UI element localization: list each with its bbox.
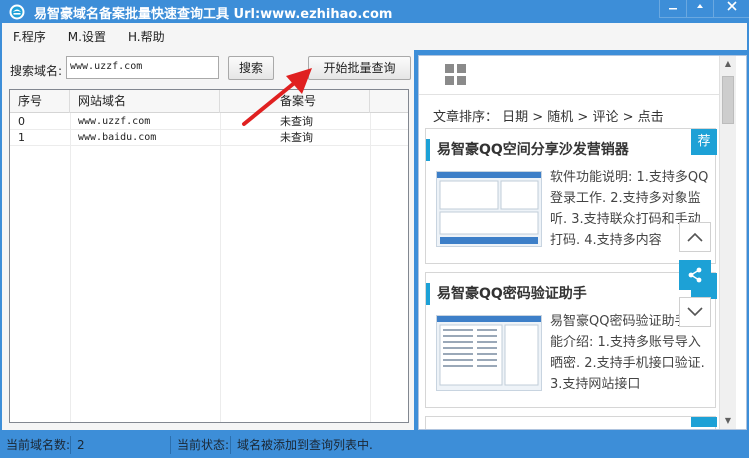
search-label: 搜索域名: [10,64,63,78]
domain-count-value: 2 [77,438,85,452]
chevron-up-icon [687,232,703,242]
maximize-icon [697,4,703,8]
table-row[interactable]: 1 www.baidu.com 未查询 [10,130,408,146]
status-bar: 当前域名数: 2 当前状态: 域名被添加到查询列表中. [0,432,749,458]
row-index: 0 [18,115,25,128]
app-window: 易智豪域名备案批量快速查询工具 Url:www.ezhihao.com F.程序… [0,0,749,458]
article-title[interactable]: 易智豪QQ密码验证助手 [426,283,587,305]
row-record: 未查询 [280,131,313,144]
status-divider [170,436,171,454]
menu-help[interactable]: H.帮助 [117,25,176,49]
minimize-icon [669,8,677,10]
ad-panel: 文章排序： 日期 > 随机 > 评论 > 点击 易智豪QQ空间分享沙发营销器 荐… [418,55,747,430]
column-divider [220,113,221,422]
scroll-arrow-down-icon[interactable]: ▼ [720,413,736,429]
domain-count-label: 当前域名数: [6,438,71,452]
app-logo-icon [9,4,25,20]
close-icon [726,1,737,11]
chevron-down-icon [687,307,703,317]
column-header-index[interactable]: 序号 [10,90,70,113]
row-domain: www.baidu.com [78,132,157,143]
maximize-button[interactable] [686,0,713,18]
scroll-arrow-up-icon[interactable]: ▲ [720,56,736,72]
article-thumbnail[interactable] [436,315,542,391]
share-button[interactable] [679,260,711,290]
scroll-down-button[interactable] [679,297,711,327]
status-label: 当前状态: [177,438,230,452]
row-index: 1 [18,131,25,144]
menu-program[interactable]: F.程序 [2,25,57,49]
status-divider [230,436,231,454]
divider [419,94,719,95]
batch-query-button[interactable]: 开始批量查询 [308,56,411,80]
column-divider [370,113,371,422]
article-card[interactable] [425,416,717,429]
card-corner-badge [691,417,717,427]
domain-table[interactable]: 序号 网站域名 备案号 0 www.uzzf.com 未查询 1 www.bai… [9,89,409,423]
menu-bar: F.程序 M.设置 H.帮助 [2,23,747,50]
article-card[interactable]: 易智豪QQ密码验证助手 易智豪QQ密码验证助手功能介绍: 1.支持多账号导入晒密… [425,272,717,408]
article-thumbnail[interactable] [436,171,542,247]
column-divider [70,113,71,422]
table-row[interactable]: 0 www.uzzf.com 未查询 [10,114,408,130]
search-input[interactable]: www.uzzf.com [66,56,219,79]
recommend-badge: 荐 [691,129,717,155]
title-bar[interactable]: 易智豪域名备案批量快速查询工具 Url:www.ezhihao.com [0,0,749,23]
vertical-scrollbar[interactable]: ▲ ▼ [719,56,736,429]
status-message: 域名被添加到查询列表中. [237,438,373,452]
status-divider [70,436,71,454]
menu-settings[interactable]: M.设置 [57,25,117,49]
window-title: 易智豪域名备案批量快速查询工具 Url:www.ezhihao.com [34,7,393,22]
column-header-filler [370,90,408,113]
article-title[interactable]: 易智豪QQ空间分享沙发营销器 [426,139,629,161]
grid-menu-icon[interactable] [445,64,467,86]
left-panel: 搜索域名: www.uzzf.com 搜索 开始批量查询 序号 网站域名 备案号… [2,50,414,430]
minimize-button[interactable] [659,0,686,18]
table-header: 序号 网站域名 备案号 [10,90,408,113]
article-sort-links[interactable]: 文章排序： 日期 > 随机 > 评论 > 点击 [433,106,664,125]
scroll-up-button[interactable] [679,222,711,252]
annotation-arrow-icon [242,68,312,126]
article-card[interactable]: 易智豪QQ空间分享沙发营销器 荐 软件功能说明: 1.支持多QQ登录工作. 2.… [425,128,717,264]
close-button[interactable] [713,0,749,18]
scrollbar-thumb[interactable] [722,76,734,124]
row-domain: www.uzzf.com [78,116,151,127]
column-header-domain[interactable]: 网站域名 [70,90,220,113]
share-icon [688,267,702,283]
